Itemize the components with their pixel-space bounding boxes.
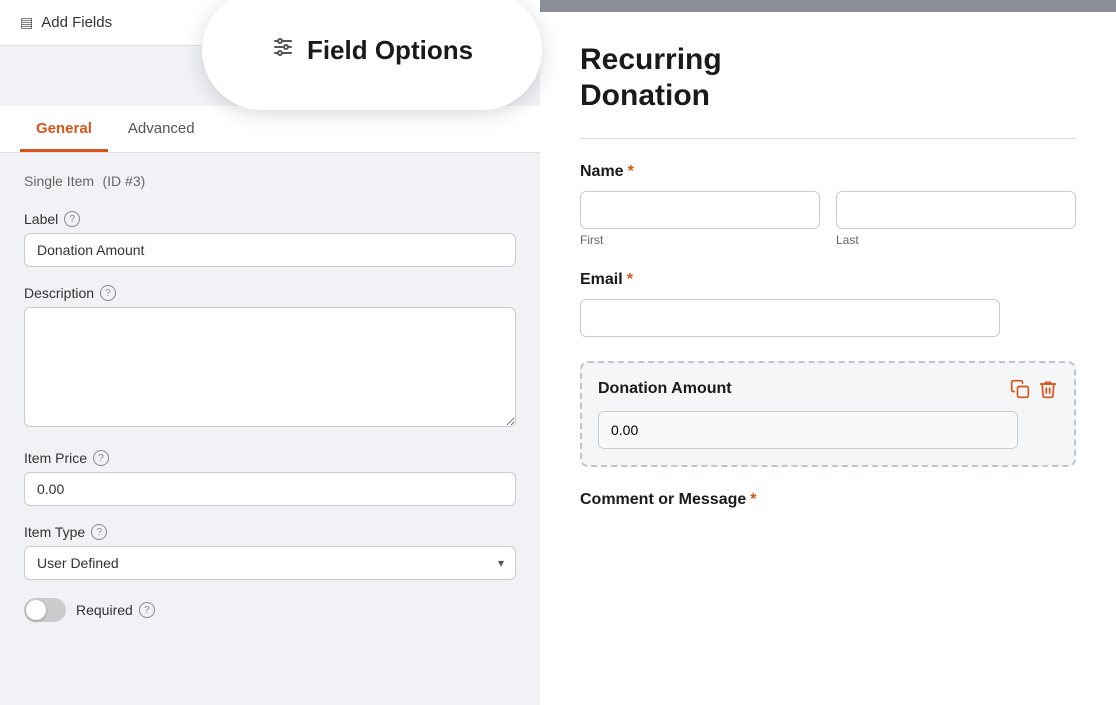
add-fields-icon: ▤ — [20, 14, 33, 31]
left-panel: ▤ Add Fields Field Options General Advan… — [0, 0, 540, 705]
field-title: Single Item (ID #3) — [24, 173, 516, 191]
tab-advanced[interactable]: Advanced — [112, 106, 211, 152]
donation-amount-input[interactable] — [598, 411, 1018, 449]
right-panel: RecurringDonation Name * First Last — [540, 0, 1116, 705]
tabs-row: General Advanced — [0, 106, 540, 153]
required-row: Required ? — [24, 598, 516, 622]
description-help-icon[interactable]: ? — [100, 285, 116, 301]
trash-icon[interactable] — [1038, 379, 1058, 399]
first-name-input[interactable] — [580, 191, 820, 229]
required-help-icon[interactable]: ? — [139, 602, 155, 618]
item-type-label: Item Type ? — [24, 524, 516, 540]
first-name-sublabel: First — [580, 233, 820, 247]
last-name-sublabel: Last — [836, 233, 1076, 247]
item-type-help-icon[interactable]: ? — [91, 524, 107, 540]
comment-label: Comment or Message * — [580, 491, 1076, 509]
first-name-group: First — [580, 191, 820, 247]
required-toggle[interactable] — [24, 598, 66, 622]
label-field-label: Label ? — [24, 211, 516, 227]
add-fields-label: Add Fields — [41, 14, 112, 31]
name-field: Name * First Last — [580, 163, 1076, 247]
item-type-select-wrapper: User Defined Fixed Calculated ▾ — [24, 546, 516, 580]
tab-general[interactable]: General — [20, 106, 108, 152]
form-content: Single Item (ID #3) Label ? Description … — [0, 153, 540, 705]
comment-required-star: * — [750, 491, 756, 509]
last-name-group: Last — [836, 191, 1076, 247]
title-divider — [580, 138, 1076, 139]
field-options-popup: Field Options — [202, 0, 542, 110]
description-input[interactable] — [24, 307, 516, 427]
email-label: Email * — [580, 271, 1076, 289]
description-group: Description ? — [24, 285, 516, 432]
email-input[interactable] — [580, 299, 1000, 337]
name-label: Name * — [580, 163, 1076, 181]
label-group: Label ? — [24, 211, 516, 267]
name-required-star: * — [628, 163, 634, 181]
item-type-select[interactable]: User Defined Fixed Calculated — [24, 546, 516, 580]
item-price-group: Item Price ? — [24, 450, 516, 506]
comment-field: Comment or Message * — [580, 491, 1076, 509]
donation-card-title: Donation Amount — [598, 380, 732, 398]
email-field: Email * — [580, 271, 1076, 337]
right-content: RecurringDonation Name * First Last — [540, 12, 1116, 705]
donation-amount-card: Donation Amount — [580, 361, 1076, 467]
item-price-help-icon[interactable]: ? — [93, 450, 109, 466]
item-price-label: Item Price ? — [24, 450, 516, 466]
item-type-group: Item Type ? User Defined Fixed Calculate… — [24, 524, 516, 580]
right-header-bar — [540, 0, 1116, 12]
field-options-settings-icon — [271, 35, 295, 65]
label-help-icon[interactable]: ? — [64, 211, 80, 227]
last-name-input[interactable] — [836, 191, 1076, 229]
label-input[interactable] — [24, 233, 516, 267]
donation-card-header: Donation Amount — [598, 379, 1058, 399]
copy-icon[interactable] — [1010, 379, 1030, 399]
item-price-input[interactable] — [24, 472, 516, 506]
card-actions — [1010, 379, 1058, 399]
required-label: Required ? — [76, 602, 155, 618]
form-title: RecurringDonation — [580, 42, 1076, 114]
email-required-star: * — [627, 271, 633, 289]
field-options-title: Field Options — [307, 35, 473, 66]
name-fields-row: First Last — [580, 191, 1076, 247]
description-label: Description ? — [24, 285, 516, 301]
